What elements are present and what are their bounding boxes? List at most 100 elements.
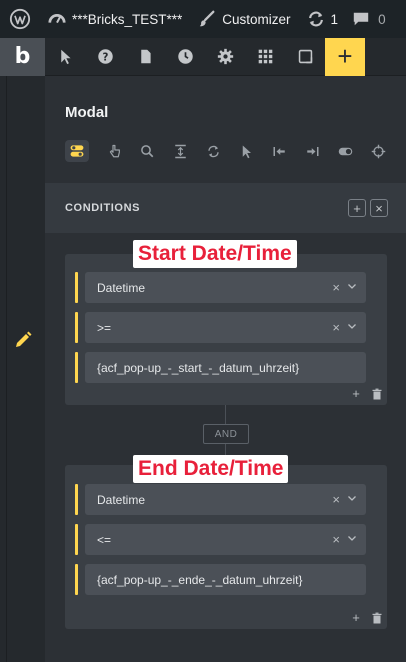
add-condition-button[interactable]: + [349, 386, 363, 401]
conditions-header: CONDITIONS + × [45, 183, 406, 233]
condition-row: <= × [75, 524, 376, 555]
clear-icon[interactable]: × [332, 492, 340, 507]
chevron-down-icon[interactable] [346, 492, 358, 504]
crosshair-tab[interactable] [362, 140, 395, 162]
settings-button[interactable] [205, 38, 245, 76]
comments-link[interactable]: 0 [338, 0, 386, 38]
connector-line [225, 405, 226, 424]
condition-type-value: Datetime [97, 280, 146, 295]
trash-icon[interactable] [371, 388, 383, 400]
grid-button[interactable] [245, 38, 285, 76]
search-tab[interactable] [131, 140, 164, 162]
customizer-label: Customizer [222, 11, 291, 27]
refresh-tab[interactable] [197, 140, 230, 162]
refresh-icon [308, 11, 323, 27]
customizer-link[interactable]: Customizer [182, 0, 291, 38]
condition-type-value: Datetime [97, 492, 146, 507]
spacing-tab[interactable] [164, 140, 197, 162]
svg-text:?: ? [102, 52, 108, 63]
interactions-tab[interactable] [98, 140, 131, 162]
cursor-icon [60, 49, 71, 65]
updates-count: 1 [330, 11, 339, 27]
align-right-tab[interactable] [296, 140, 329, 162]
grid-icon [258, 49, 272, 64]
row-accent-bar [75, 484, 78, 515]
annotation-start: Start Date/Time [133, 240, 297, 268]
compare-operator-select[interactable]: >= × [85, 312, 366, 343]
toggle-tab[interactable] [329, 140, 362, 162]
select-tool-button[interactable] [45, 38, 85, 76]
add-condition-set-button[interactable]: + [348, 199, 366, 217]
condition-row: >= × [75, 312, 376, 343]
help-button[interactable]: ? [85, 38, 125, 76]
and-separator[interactable]: AND [203, 424, 249, 444]
row-accent-bar [75, 524, 78, 555]
condition-group: Datetime × >= × {acf_pop-up_-_start_-_da… [65, 254, 387, 405]
condition-value-text: {acf_pop-up_-_ende_-_datum_uhrzeit} [97, 572, 303, 587]
add-condition-button[interactable]: + [349, 610, 363, 625]
clear-icon[interactable]: × [332, 280, 340, 295]
rail-divider [6, 76, 7, 662]
comments-count: 0 [378, 11, 386, 27]
site-name-link[interactable]: ***Bricks_TEST*** [40, 0, 182, 38]
bricks-logo-button[interactable]: b [0, 37, 45, 76]
chevron-down-icon[interactable] [346, 532, 358, 544]
pages-button[interactable] [125, 38, 165, 76]
chevron-down-icon[interactable] [346, 320, 358, 332]
condition-value-input[interactable]: {acf_pop-up_-_start_-_datum_uhrzeit} [85, 352, 366, 383]
paintbrush-icon [200, 10, 215, 27]
comment-bubble-icon [353, 12, 369, 26]
element-panel: Modal CONDITIONS + × Datetime × >= × {ac… [45, 76, 406, 662]
left-rail [0, 76, 45, 662]
condition-value-input[interactable]: {acf_pop-up_-_ende_-_datum_uhrzeit} [85, 564, 366, 595]
page-icon [140, 49, 151, 64]
condition-type-select[interactable]: Datetime × [85, 272, 366, 303]
vertical-spacing-icon [175, 144, 186, 158]
frame-icon [298, 49, 312, 64]
wordpress-logo-icon[interactable] [0, 0, 40, 38]
condition-type-select[interactable]: Datetime × [85, 484, 366, 515]
annotation-end: End Date/Time [133, 455, 289, 483]
compare-operator-value: >= [97, 320, 112, 335]
toggle-switch-icon [338, 147, 353, 155]
arrow-to-left-icon [273, 146, 285, 156]
conditions-label: CONDITIONS [65, 202, 141, 214]
compare-operator-select[interactable]: <= × [85, 524, 366, 555]
condition-row: Datetime × [75, 272, 376, 303]
site-name: ***Bricks_TEST*** [72, 11, 183, 27]
row-accent-bar [75, 564, 78, 595]
row-accent-bar [75, 272, 78, 303]
row-accent-bar [75, 352, 78, 383]
search-icon [141, 144, 154, 157]
gear-icon [217, 48, 233, 65]
align-left-tab[interactable] [263, 140, 296, 162]
arrow-to-right-icon [307, 146, 319, 156]
builder-toolbar: b ? + [0, 37, 406, 76]
updates-link[interactable]: 1 [291, 0, 339, 38]
toggles-icon [70, 145, 84, 157]
condition-value-text: {acf_pop-up_-_start_-_datum_uhrzeit} [97, 360, 300, 375]
panel-title: Modal [65, 104, 109, 121]
close-conditions-button[interactable]: × [370, 199, 388, 217]
clear-icon[interactable]: × [332, 532, 340, 547]
preview-button[interactable] [285, 38, 325, 76]
clear-icon[interactable]: × [332, 320, 340, 335]
condition-group: Datetime × <= × {acf_pop-up_-_ende_-_dat… [65, 465, 387, 629]
edit-pencil-button[interactable] [0, 317, 45, 363]
revisions-button[interactable] [165, 38, 205, 76]
dashboard-gauge-icon [48, 14, 66, 24]
sync-icon [208, 145, 219, 157]
compare-operator-value: <= [97, 532, 112, 547]
add-element-button[interactable]: + [325, 37, 365, 76]
crosshair-icon [371, 144, 386, 158]
cursor-tab[interactable] [230, 140, 263, 162]
clock-icon [177, 49, 193, 64]
control-tabs [65, 140, 395, 162]
condition-row: {acf_pop-up_-_start_-_datum_uhrzeit} [75, 352, 376, 383]
pencil-icon [15, 331, 31, 347]
conditions-tab[interactable] [65, 140, 89, 162]
chevron-down-icon[interactable] [346, 280, 358, 292]
help-icon: ? [97, 49, 113, 64]
trash-icon[interactable] [371, 612, 383, 624]
hand-pointer-icon [109, 144, 120, 157]
